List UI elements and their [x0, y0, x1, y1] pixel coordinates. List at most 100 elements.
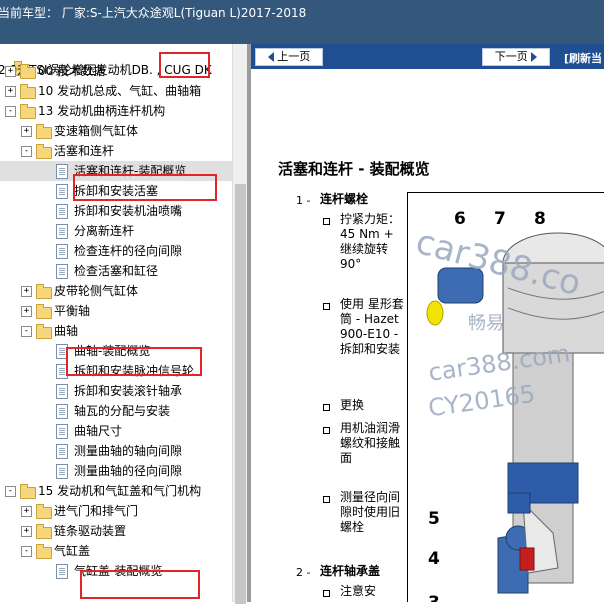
tree-item-label: 10 发动机总成、气缸、曲轴箱	[38, 84, 202, 98]
refresh-link[interactable]: [刷新当	[564, 50, 602, 66]
tree-item-label: 检查活塞和缸径	[74, 264, 159, 278]
tree-item[interactable]: + 皮带轮侧气缸体	[0, 281, 232, 301]
current-model-title: 当前车型： 厂家:S-上汽大众途观L(Tiguan L)2017-2018	[0, 6, 307, 20]
tree-item-label: 曲轴尺寸	[74, 424, 123, 438]
expand-icon[interactable]: +	[21, 306, 32, 317]
document-icon	[56, 164, 68, 179]
document-icon	[56, 244, 68, 259]
tree-item-label: 曲轴	[54, 324, 79, 338]
bullet-icon	[323, 496, 330, 503]
tree-item[interactable]: 检查活塞和缸径	[0, 261, 232, 281]
title-bar: 当前车型： 厂家:S-上汽大众途观L(Tiguan L)2017-2018	[0, 0, 604, 44]
document-title: 活塞和连杆 - 装配概览	[278, 160, 430, 178]
callout-label: 7	[494, 209, 506, 229]
bullet-text: 测量径向间隙时使用旧螺栓	[340, 490, 401, 534]
tree-item[interactable]: 拆卸和安装机油喷嘴	[0, 201, 232, 221]
document-icon	[56, 184, 68, 199]
folder-icon	[36, 284, 52, 299]
folder-icon	[20, 484, 36, 499]
bullet-text: 使用 星形套筒 - Hazet 900-E10 - 拆卸和安装	[340, 297, 404, 356]
collapse-icon[interactable]: -	[21, 146, 32, 157]
tree-item[interactable]: - 13 发动机曲柄连杆机构	[0, 101, 232, 121]
tree-item[interactable]: + 平衡轴	[0, 301, 232, 321]
tree-item-label: 轴瓦的分配与安装	[74, 404, 171, 418]
scrollbar-thumb[interactable]	[235, 184, 246, 604]
bullet-icon	[323, 427, 330, 434]
bullet-text: 注意安	[340, 584, 377, 598]
highlight-box-cylinder-head-overview	[80, 570, 200, 599]
tree-item-label: 变速箱侧气缸体	[54, 124, 139, 138]
tree-item-label: 15 发动机和气缸盖和气门机构	[38, 484, 202, 498]
item-number: 1 -	[296, 194, 311, 207]
tree-item-label: 分离新连杆	[74, 224, 135, 238]
expand-icon[interactable]: +	[21, 286, 32, 297]
tree-item[interactable]: 曲轴尺寸	[0, 421, 232, 441]
tree-item[interactable]: + 变速箱侧气缸体	[0, 121, 232, 141]
document-icon	[56, 384, 68, 399]
tree-item[interactable]: 拆卸和安装滚针轴承	[0, 381, 232, 401]
tree-item-label: 拆卸和安装滚针轴承	[74, 384, 183, 398]
item-number: 2 -	[296, 566, 311, 579]
expand-icon[interactable]: +	[5, 86, 16, 97]
highlight-box-crankshaft-overview	[66, 347, 202, 376]
tree-item[interactable]: - 气缸盖	[0, 541, 232, 561]
tree-item-label: 进气门和排气门	[54, 504, 139, 518]
tree-item[interactable]: 检查连杆的径向间隙	[0, 241, 232, 261]
folder-icon	[20, 104, 36, 119]
bullet-icon	[323, 218, 330, 225]
document-icon	[56, 464, 68, 479]
folder-icon	[36, 144, 52, 159]
next-page-label: 下一页	[494, 50, 528, 63]
tree-item-label: 平衡轴	[54, 304, 91, 318]
collapse-icon[interactable]: -	[5, 486, 16, 497]
tree-item[interactable]: + 链条驱动装置	[0, 521, 232, 541]
folder-icon	[20, 84, 36, 99]
document-icon	[56, 264, 68, 279]
folder-icon	[36, 524, 52, 539]
expand-icon[interactable]: +	[21, 526, 32, 537]
document-icon	[56, 424, 68, 439]
expand-icon[interactable]: +	[21, 126, 32, 137]
bullet-icon	[323, 590, 330, 597]
tree-item[interactable]: + 进气门和排气门	[0, 501, 232, 521]
folder-icon	[36, 504, 52, 519]
folder-icon	[36, 304, 52, 319]
collapse-icon[interactable]: -	[5, 106, 16, 117]
tree-item-label: 链条驱动装置	[54, 524, 127, 538]
tree-item[interactable]: 测量曲轴的轴向间隙	[0, 441, 232, 461]
tree-item[interactable]: 分离新连杆	[0, 221, 232, 241]
folder-icon	[36, 124, 52, 139]
folder-icon	[36, 544, 52, 559]
tree-item-label: 活塞和连杆	[54, 144, 115, 158]
tree-item[interactable]: - 曲轴	[0, 321, 232, 341]
tree-item[interactable]: +10 发动机总成、气缸、曲轴箱	[0, 81, 232, 101]
prev-page-button[interactable]: 上一页	[255, 48, 323, 66]
document-icon	[56, 224, 68, 239]
tree-item[interactable]: 轴瓦的分配与安装	[0, 401, 232, 421]
prev-page-label: 上一页	[277, 50, 311, 63]
tree-item[interactable]: - 15 发动机和气缸盖和气门机构	[0, 481, 232, 501]
tree-scrollbar[interactable]	[232, 44, 248, 604]
next-page-button[interactable]: 下一页	[482, 48, 550, 66]
folder-icon	[20, 64, 36, 79]
collapse-icon[interactable]: -	[21, 546, 32, 557]
tree-item-label: 气缸盖	[54, 544, 91, 558]
expand-icon[interactable]: +	[21, 506, 32, 517]
document-icon	[56, 204, 68, 219]
highlight-box-cug	[159, 52, 210, 78]
exploded-view-figure: 6 7 8 5 4 3 car388.co 畅易 car388.com CY20…	[407, 192, 604, 602]
tree-item-label: 测量曲轴的径向间隙	[74, 464, 183, 478]
tree-item-label: 13 发动机曲柄连杆机构	[38, 104, 166, 118]
tree-panel: 2.0升TSI涡轮增压发动机DB. , CUG DK +00 技术数据 +10 发动…	[0, 44, 247, 602]
collapse-icon[interactable]: -	[21, 326, 32, 337]
tree-item-label: 皮带轮侧气缸体	[54, 284, 139, 298]
expand-icon[interactable]: +	[5, 66, 16, 77]
tree-item[interactable]: 测量曲轴的径向间隙	[0, 461, 232, 481]
document-icon	[56, 564, 68, 579]
tree-item-label: 拆卸和安装机油喷嘴	[74, 204, 183, 218]
document-panel: 上一页 下一页 [刷新当 活塞和连杆 - 装配概览 1 - 连杆螺栓 拧紧力矩：…	[251, 44, 604, 602]
callout-label: 8	[534, 209, 546, 229]
callout-label: 4	[428, 549, 440, 569]
tree-item[interactable]: - 活塞和连杆	[0, 141, 232, 161]
document-icon	[56, 444, 68, 459]
